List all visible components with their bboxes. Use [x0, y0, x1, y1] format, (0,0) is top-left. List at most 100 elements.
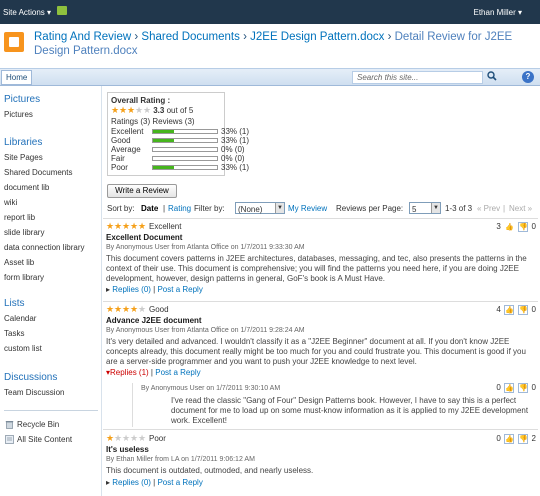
nav-item-calendar[interactable]: Calendar — [4, 314, 36, 323]
nav-header-libraries[interactable]: Libraries — [4, 137, 42, 148]
nav-item-team-discussion[interactable]: Team Discussion — [4, 388, 64, 397]
page-header: Rating And Review › Shared Documents › J… — [0, 24, 540, 68]
quick-launch: Pictures Pictures Libraries Site Pages S… — [0, 86, 102, 496]
thumbs-up-icon[interactable]: 👍 — [504, 222, 514, 232]
star-icon: ★ — [114, 221, 123, 231]
rating-level-label: Fair — [111, 154, 125, 163]
overall-score: 3.3 — [153, 106, 165, 115]
prev-link[interactable]: « Prev — [477, 204, 500, 213]
sort-by-rating[interactable]: Rating — [168, 204, 191, 213]
review-byline: By Anonymous User from Atlanta Office on… — [106, 327, 305, 334]
chevron-down-icon: ▼ — [431, 203, 440, 213]
nav-item-site-pages[interactable]: Site Pages — [4, 153, 43, 162]
page-range: 1-3 of 3 — [445, 204, 473, 213]
breadcrumb-separator: › — [387, 31, 392, 43]
star-icon: ★ — [138, 304, 147, 314]
rating-level-percent: 33% (1) — [221, 127, 250, 136]
search-icon[interactable] — [485, 71, 499, 84]
nav-item-report-lib[interactable]: report lib — [4, 213, 35, 222]
rating-level-fill — [153, 166, 175, 169]
thumbs-up-icon[interactable]: 👍 — [504, 383, 515, 393]
overall-rating-box: Overall Rating : ★★★★★ 3.3 out of 5 Rati… — [107, 92, 249, 176]
breadcrumb-library[interactable]: Shared Documents — [141, 31, 239, 43]
star-icon: ★ — [122, 304, 131, 314]
sort-by-date[interactable]: Date — [141, 204, 158, 213]
nav-item-document-lib[interactable]: document lib — [4, 183, 49, 192]
star-icon: ★ — [119, 105, 128, 115]
filter-select[interactable]: (None) ▼ — [235, 202, 285, 214]
breadcrumb-site[interactable]: Rating And Review — [34, 31, 131, 43]
filter-by-label: Filter by: — [194, 204, 225, 213]
site-actions-menu[interactable]: Site Actions ▾ — [3, 8, 51, 17]
review-body: This document covers patterns in J2EE ar… — [106, 254, 527, 283]
help-icon[interactable]: ? — [522, 71, 534, 83]
review-votes: 4 👍 👎 0 — [496, 305, 536, 315]
review-actions: ▸ Replies (0) | Post a Reply — [106, 285, 203, 294]
ratings-reviews-count: Ratings (3) Reviews (3) — [111, 117, 195, 126]
replies-link[interactable]: Replies (1) — [110, 368, 149, 377]
review-body: It's very detailed and advanced. I would… — [106, 337, 526, 366]
star-icon: ★ — [130, 304, 139, 314]
nav-item-all-site-content[interactable]: All Site Content — [17, 435, 72, 444]
nav-header-pictures[interactable]: Pictures — [4, 94, 40, 105]
my-review-link[interactable]: My Review — [288, 204, 327, 213]
nav-item-slide-library[interactable]: slide library — [4, 228, 44, 237]
thumbs-down-icon[interactable]: 👎 — [518, 222, 529, 232]
user-menu[interactable]: Ethan Miller ▾ — [474, 8, 523, 17]
nav-item-tasks[interactable]: Tasks — [4, 329, 24, 338]
divider — [103, 429, 538, 430]
star-icon: ★ — [130, 221, 139, 231]
rating-level-fill — [153, 130, 175, 133]
nav-item-form-library[interactable]: form library — [4, 273, 44, 282]
nav-item-custom-list[interactable]: custom list — [4, 344, 42, 353]
overall-out-of: out of 5 — [166, 106, 194, 115]
rating-level-label: Excellent — [111, 127, 144, 136]
rating-level-bar — [152, 129, 218, 134]
review-byline: By Anonymous User from Atlanta Office on… — [106, 244, 305, 251]
write-review-button[interactable]: Write a Review — [107, 184, 177, 198]
nav-item-wiki[interactable]: wiki — [4, 198, 17, 207]
post-reply-link[interactable]: Post a Reply — [155, 368, 200, 377]
site-logo-icon — [4, 32, 24, 52]
main-content: Overall Rating : ★★★★★ 3.3 out of 5 Rati… — [103, 86, 540, 496]
review-byline: By Ethan Miller from LA on 1/7/2011 9:06… — [106, 456, 255, 463]
nav-header-discussions[interactable]: Discussions — [4, 372, 57, 383]
thumbs-down-icon[interactable]: 👎 — [518, 305, 529, 315]
post-reply-link[interactable]: Post a Reply — [157, 285, 202, 294]
rating-level-label: Good — [111, 136, 131, 145]
star-icon: ★ — [106, 304, 115, 314]
breadcrumb-document[interactable]: J2EE Design Pattern.docx — [250, 31, 384, 43]
review-title: Advance J2EE document — [106, 316, 202, 325]
next-link[interactable]: Next » — [509, 204, 532, 213]
nav-item-pictures[interactable]: Pictures — [4, 110, 33, 119]
rating-level-bar — [152, 165, 218, 170]
thumbs-down-icon[interactable]: 👎 — [518, 434, 529, 444]
star-icon: ★ — [114, 304, 123, 314]
nav-item-asset-lib[interactable]: Asset lib — [4, 258, 34, 267]
search-input[interactable]: Search this site... — [352, 71, 483, 84]
star-icon: ★ — [135, 105, 144, 115]
review-body: This document is outdated, outmoded, and… — [106, 466, 314, 475]
thumbs-up-icon[interactable]: 👍 — [504, 305, 515, 315]
replies-link[interactable]: Replies (0) — [112, 285, 151, 294]
navigate-up-icon[interactable] — [57, 6, 67, 15]
sort-separator: | — [503, 204, 506, 213]
review-actions: ▾Replies (1) | Post a Reply — [106, 368, 201, 377]
nav-item-data-connection-library[interactable]: data connection library — [4, 243, 85, 252]
reviews-per-page-label: Reviews per Page: — [336, 204, 404, 213]
nav-item-recycle-bin[interactable]: Recycle Bin — [17, 420, 59, 429]
star-icon: ★ — [106, 433, 115, 443]
rating-level-fill — [153, 139, 175, 142]
replies-link[interactable]: Replies (0) — [112, 478, 151, 487]
per-page-select[interactable]: 5 ▼ — [409, 202, 441, 214]
rating-level-percent: 0% (0) — [221, 154, 245, 163]
nav-item-shared-documents[interactable]: Shared Documents — [4, 168, 72, 177]
thumbs-up-icon[interactable]: 👍 — [504, 434, 515, 444]
thumbs-down-icon[interactable]: 👎 — [518, 383, 529, 393]
rating-level-bar — [152, 138, 218, 143]
star-icon: ★ — [130, 433, 139, 443]
nav-header-lists[interactable]: Lists — [4, 298, 25, 309]
star-icon: ★ — [111, 105, 120, 115]
post-reply-link[interactable]: Post a Reply — [157, 478, 202, 487]
tab-home[interactable]: Home — [1, 70, 33, 85]
